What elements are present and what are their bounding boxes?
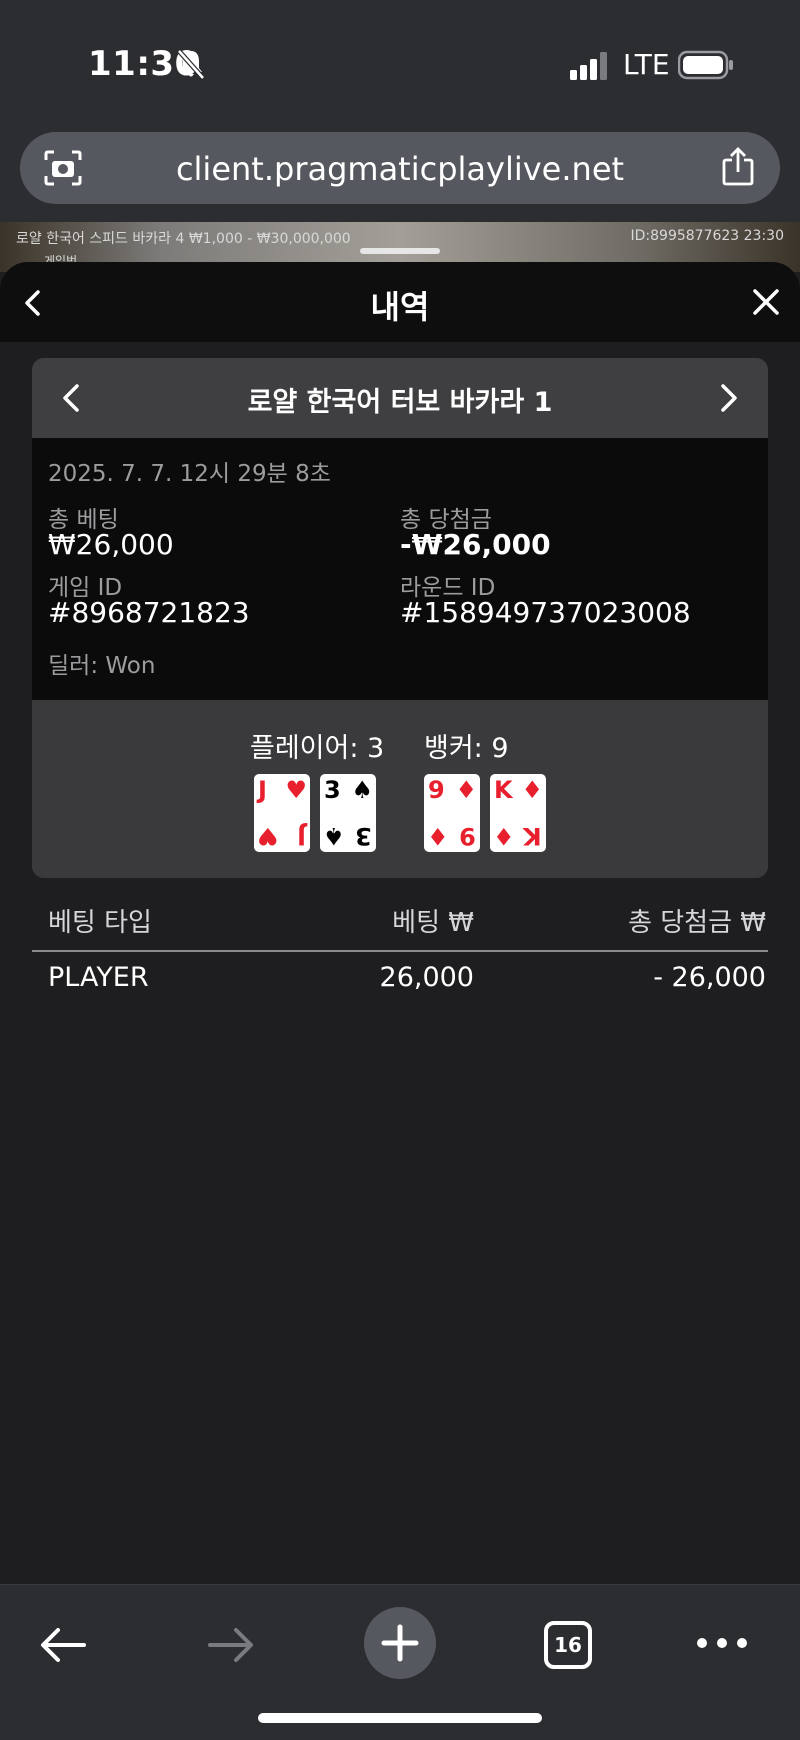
address-bar[interactable]: client.pragmaticplaylive.net	[20, 132, 780, 204]
game-history-card: 로얄 한국어 터보 바카라 1 2025. 7. 7. 12시 29분 8초 총…	[32, 358, 768, 878]
network-label: LTE	[623, 48, 670, 81]
card-rank: K	[523, 822, 542, 850]
card-suit-icon: ♦	[427, 822, 449, 850]
card-rank: 9	[428, 776, 445, 804]
game-id-time: ID:8995877623 23:30	[630, 228, 785, 244]
game-table-info: 로얄 한국어 스피드 바카라 4 ₩1,000 - ₩30,000,000	[16, 231, 351, 247]
game-datetime: 2025. 7. 7. 12시 29분 8초	[48, 461, 331, 487]
col-header-bet-amount: 베팅 ₩	[392, 908, 474, 938]
sheet-drag-handle[interactable]	[360, 248, 440, 254]
game-nav: 로얄 한국어 터보 바카라 1	[32, 358, 768, 438]
total-bet-value: ₩26,000	[48, 528, 174, 561]
player-card-1: J ♥ J ♥	[254, 774, 310, 852]
more-dots-icon[interactable]	[696, 1633, 748, 1653]
history-sheet: 내역 로얄 한국어 터보 바카라 1 2025. 7. 7. 12시 29분 8…	[0, 262, 800, 1584]
game-title: 로얄 한국어 터보 바카라 1	[247, 387, 553, 418]
next-game-chevron-icon[interactable]	[718, 382, 740, 414]
row-total-win: - 26,000	[653, 962, 766, 993]
browser-address-area: client.pragmaticplaylive.net	[0, 120, 800, 222]
row-bet-amount: 26,000	[379, 962, 474, 993]
plus-icon	[381, 1624, 419, 1662]
card-rank: 3	[324, 776, 341, 804]
card-rank: K	[494, 776, 513, 804]
sheet-title: 내역	[370, 288, 430, 326]
card-suit-icon: ♥	[257, 822, 279, 850]
card-suit-icon: ♠	[323, 822, 345, 850]
card-hands: 플레이어: 3 뱅커: 9 J ♥ J ♥ 3 ♠ 3 ♠ 9 ♦ 9 ♦ K	[32, 700, 768, 878]
round-id-value: #158949737023008	[400, 596, 691, 629]
banker-card-2: K ♦ K ♦	[490, 774, 546, 852]
signal-icon	[570, 52, 607, 80]
forward-arrow-icon[interactable]	[206, 1625, 256, 1665]
new-tab-button[interactable]	[364, 1607, 436, 1679]
banker-card-1: 9 ♦ 9 ♦	[424, 774, 480, 852]
home-indicator[interactable]	[258, 1713, 542, 1723]
card-suit-icon: ♦	[455, 776, 477, 804]
player-score: 플레이어: 3	[250, 733, 385, 764]
card-suit-icon: ♦	[493, 822, 515, 850]
card-rank: J	[258, 776, 267, 804]
player-card-2: 3 ♠ 3 ♠	[320, 774, 376, 852]
banker-score: 뱅커: 9	[424, 733, 509, 764]
total-win-value: -₩26,000	[400, 528, 551, 561]
col-header-total-win: 총 당첨금 ₩	[628, 908, 766, 938]
status-bar: 11:30 LTE	[0, 0, 800, 120]
card-rank: 3	[355, 822, 372, 850]
game-info-panel: 2025. 7. 7. 12시 29분 8초 총 베팅 ₩26,000 총 당첨…	[32, 438, 768, 700]
card-suit-icon: ♠	[351, 776, 373, 804]
card-suit-icon: ♥	[285, 776, 307, 804]
dealer-label: 딜러: Won	[48, 653, 156, 679]
sheet-header: 내역	[0, 262, 800, 342]
game-id-value: #8968721823	[48, 596, 250, 629]
card-suit-icon: ♦	[521, 776, 543, 804]
card-rank: J	[297, 822, 306, 850]
silent-bell-icon	[177, 49, 205, 80]
col-header-bet-type: 베팅 타입	[48, 908, 152, 938]
table-divider	[32, 950, 768, 952]
battery-icon	[678, 50, 733, 80]
tabs-button[interactable]: 16	[544, 1621, 592, 1669]
back-arrow-icon[interactable]	[38, 1625, 88, 1665]
card-rank: 9	[459, 822, 476, 850]
row-bet-type: PLAYER	[48, 962, 149, 993]
close-icon[interactable]	[750, 286, 782, 318]
share-icon[interactable]	[720, 146, 756, 186]
url-text: client.pragmaticplaylive.net	[175, 150, 625, 188]
